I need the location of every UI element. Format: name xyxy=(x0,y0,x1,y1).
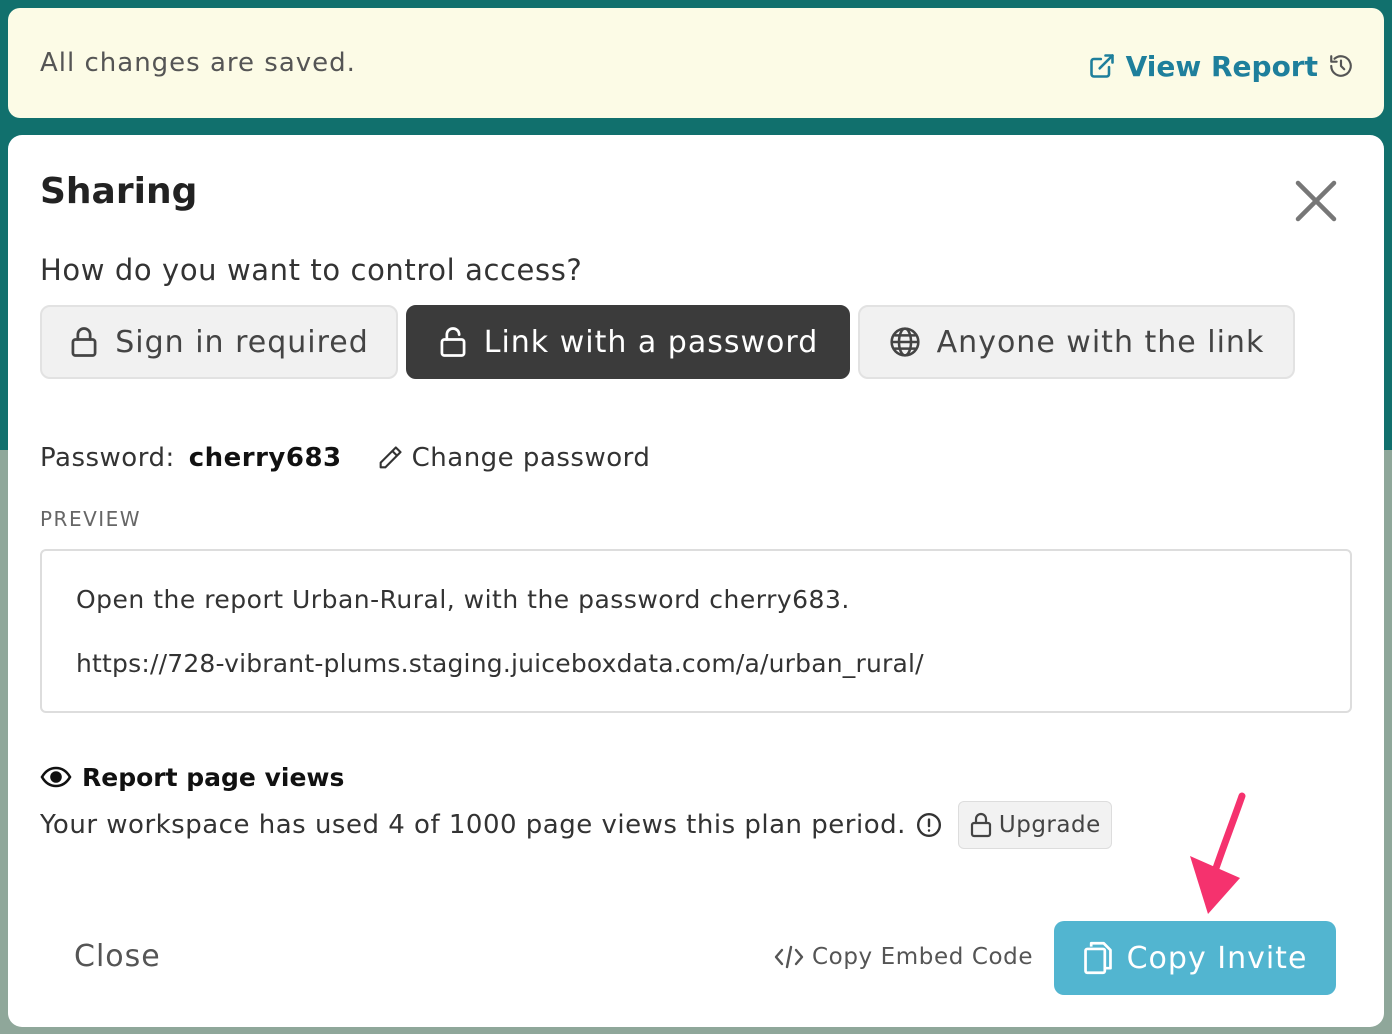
lock-icon xyxy=(970,812,991,838)
close-icon[interactable] xyxy=(1290,175,1342,227)
globe-icon xyxy=(890,327,920,357)
invite-preview-box[interactable]: Open the report Urban-Rural, with the pa… xyxy=(40,549,1352,713)
copy-invite-label: Copy Invite xyxy=(1126,940,1308,976)
password-label: Password: xyxy=(40,443,175,473)
anyone-with-link-label: Anyone with the link xyxy=(936,324,1265,360)
copy-icon xyxy=(1083,941,1112,975)
link-with-password-label: Link with a password xyxy=(483,324,819,360)
eye-icon xyxy=(40,766,72,788)
link-with-password-button[interactable]: Link with a password xyxy=(406,305,850,379)
code-icon xyxy=(774,945,804,969)
page-views-text: Your workspace has used 4 of 1000 page v… xyxy=(40,810,906,840)
modal-title: Sharing xyxy=(40,171,198,212)
sharing-modal: Sharing How do you want to control acces… xyxy=(8,135,1384,1027)
save-status-text: All changes are saved. xyxy=(40,48,356,78)
unlock-icon xyxy=(440,327,466,357)
alert-info-icon[interactable] xyxy=(916,812,942,838)
save-notice-bar: All changes are saved. View Report xyxy=(8,8,1384,118)
lock-icon xyxy=(71,327,97,357)
anyone-with-link-button[interactable]: Anyone with the link xyxy=(858,305,1295,379)
history-icon[interactable] xyxy=(1328,53,1354,79)
change-password-label: Change password xyxy=(411,443,651,473)
password-row: Password: cherry683 Change password xyxy=(40,441,650,475)
copy-embed-code-label: Copy Embed Code xyxy=(812,944,1034,970)
change-password-link[interactable]: Change password xyxy=(376,443,651,473)
preview-message: Open the report Urban-Rural, with the pa… xyxy=(76,585,850,614)
pencil-icon xyxy=(379,446,402,469)
annotation-arrow-icon xyxy=(1190,792,1246,914)
password-value: cherry683 xyxy=(188,443,342,473)
close-button[interactable]: Close xyxy=(74,939,161,974)
sign-in-required-button[interactable]: Sign in required xyxy=(40,305,398,379)
preview-label: PREVIEW xyxy=(40,507,142,531)
access-question: How do you want to control access? xyxy=(40,253,583,287)
view-report-link[interactable]: View Report xyxy=(1088,46,1354,86)
external-link-icon xyxy=(1089,54,1114,78)
view-report-label: View Report xyxy=(1125,49,1318,83)
page-views-row: Your workspace has used 4 of 1000 page v… xyxy=(40,801,1112,849)
page-views-title: Report page views xyxy=(82,762,345,792)
page-views-heading: Report page views xyxy=(40,761,344,793)
sign-in-required-label: Sign in required xyxy=(115,324,369,360)
preview-url: https://728-vibrant-plums.staging.juiceb… xyxy=(76,649,924,678)
upgrade-label: Upgrade xyxy=(998,812,1101,838)
copy-embed-code-button[interactable]: Copy Embed Code xyxy=(774,941,1033,973)
upgrade-button[interactable]: Upgrade xyxy=(957,801,1112,849)
copy-invite-button[interactable]: Copy Invite xyxy=(1054,921,1336,995)
